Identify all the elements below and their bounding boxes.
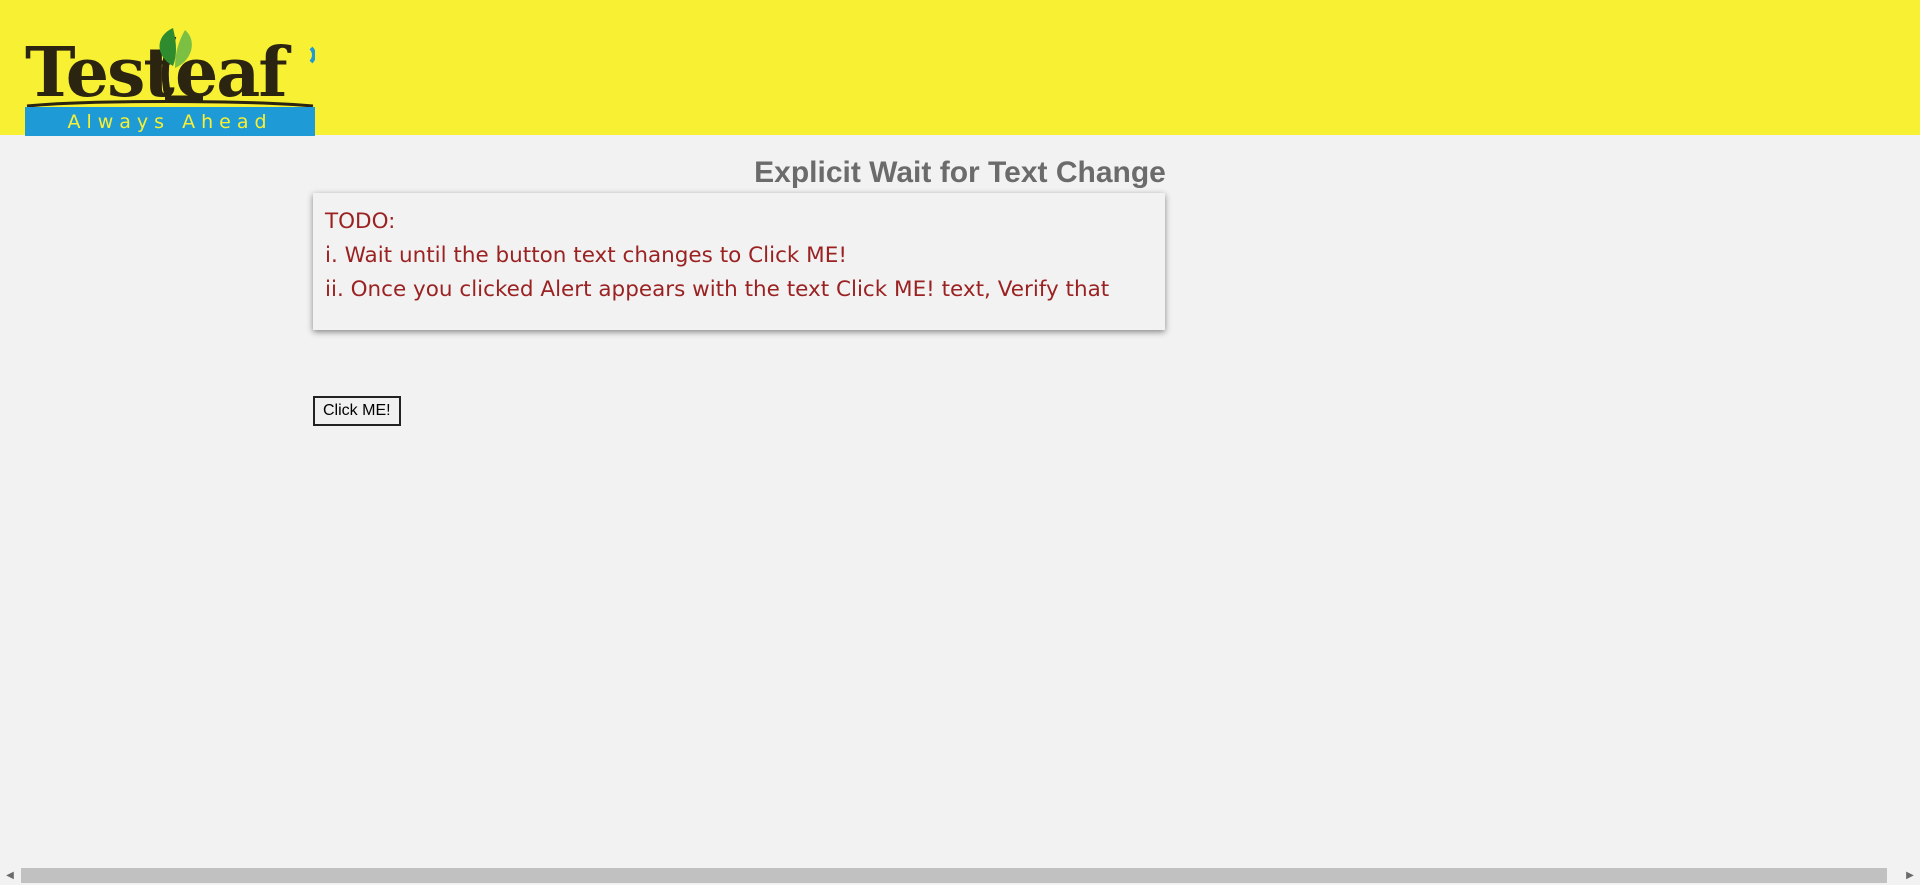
todo-heading: TODO: [325,209,396,234]
scroll-left-icon[interactable]: ◀ [0,866,20,885]
svg-text:Always Ahead: Always Ahead [67,111,272,133]
todo-step-1: i. Wait until the button text changes to… [325,243,847,268]
click-me-button[interactable]: Click ME! [313,396,401,426]
scroll-right-icon[interactable]: ▶ [1900,866,1920,885]
page-title: Explicit Wait for Text Change [754,156,1166,189]
testleaf-logo: Test eaf Always Ahead [25,26,315,136]
horizontal-scrollbar[interactable]: ◀ ▶ [0,866,1920,885]
scrollbar-thumb[interactable] [21,868,1887,883]
header-banner: Test eaf Always Ahead [0,0,1920,136]
todo-instructions-box: TODO: i. Wait until the button text chan… [313,193,1165,330]
todo-step-2: ii. Once you clicked Alert appears with … [325,277,1110,302]
